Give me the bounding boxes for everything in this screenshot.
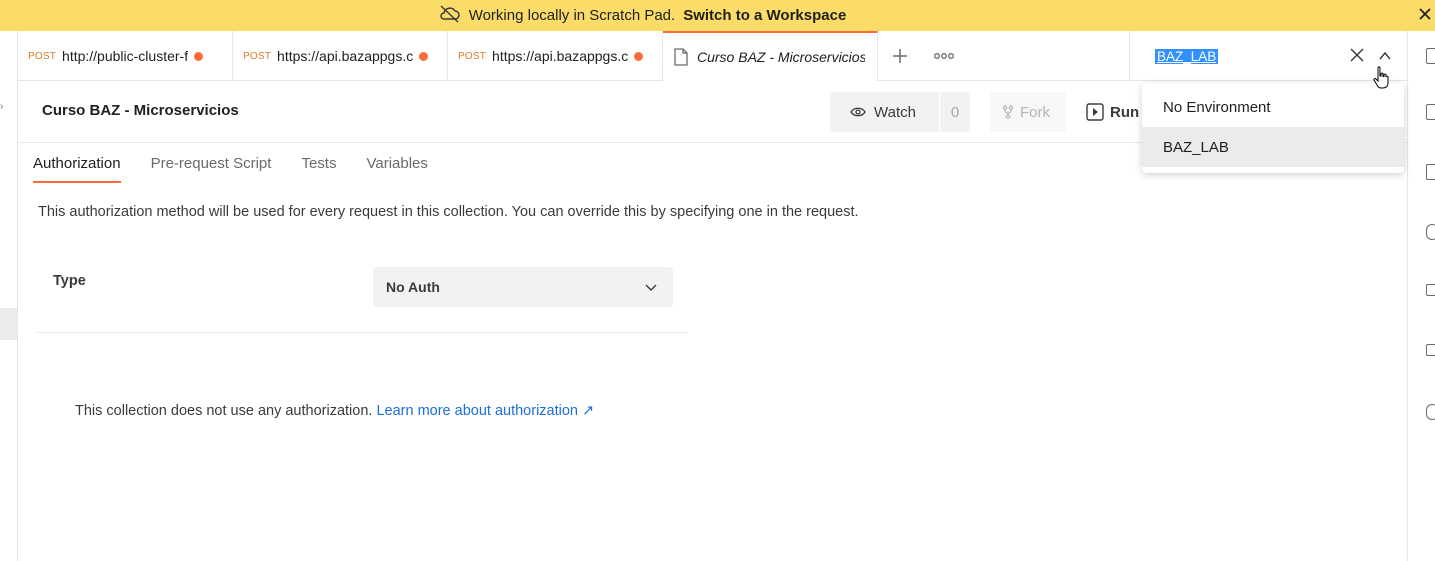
environment-input-value[interactable]: BAZ_LAB <box>1155 48 1219 64</box>
tab-method: POST <box>243 50 272 62</box>
comments-icon[interactable] <box>1426 164 1435 180</box>
unsaved-dot-icon <box>194 51 204 61</box>
collection-title: Curso BAZ - Microservicios <box>42 102 239 119</box>
request-tab[interactable]: POST http://public-cluster-f <box>18 31 233 81</box>
tab-method: POST <box>458 50 487 62</box>
sidebar-marker: › <box>0 101 4 112</box>
watch-button[interactable]: Watch <box>830 92 940 132</box>
ellipsis-icon <box>934 53 954 59</box>
unsaved-dot-icon <box>634 51 644 61</box>
no-auth-message: This collection does not use any authori… <box>75 403 594 419</box>
documentation-icon[interactable] <box>1426 104 1435 120</box>
watch-label: Watch <box>874 103 916 121</box>
history-icon[interactable] <box>1426 224 1435 240</box>
auth-type-value: No Auth <box>386 279 440 295</box>
run-button[interactable]: Run <box>1086 92 1139 132</box>
close-icon[interactable] <box>1419 3 1433 25</box>
fork-label: Fork <box>1020 103 1050 121</box>
fork-icon <box>1002 105 1014 119</box>
watch-count[interactable]: 0 <box>940 104 970 121</box>
tab-method: POST <box>28 50 57 62</box>
more-tabs-button[interactable] <box>922 31 966 81</box>
plus-icon <box>893 49 907 63</box>
sidebar-selected-item[interactable] <box>0 308 17 340</box>
eye-icon <box>850 107 866 117</box>
fork-icon[interactable] <box>1426 344 1435 356</box>
environment-quick-look-icon[interactable] <box>1426 48 1435 64</box>
pull-request-icon[interactable] <box>1426 284 1435 296</box>
tab-url: http://public-cluster-f <box>62 48 189 64</box>
right-sidebar <box>1407 31 1435 561</box>
hand-cursor-icon <box>1373 66 1389 90</box>
left-sidebar-collapsed: › <box>0 31 18 561</box>
play-icon <box>1086 103 1104 121</box>
tab-url: https://api.bazappgs.c <box>492 48 629 64</box>
environment-option-selected[interactable]: BAZ_LAB <box>1142 127 1404 167</box>
watch-button-group: Watch 0 <box>830 92 970 132</box>
banner-content: Working locally in Scratch Pad. Switch t… <box>439 4 846 27</box>
run-label: Run <box>1110 103 1140 121</box>
tab-url: https://api.bazappgs.c <box>277 48 414 64</box>
collection-tab-active[interactable]: Curso BAZ - Microservicios <box>663 31 878 81</box>
environment-option[interactable]: No Environment <box>1142 87 1404 127</box>
tab-pre-request-script[interactable]: Pre-request Script <box>151 143 272 183</box>
new-tab-button[interactable] <box>878 31 922 81</box>
request-tab[interactable]: POST https://api.bazappgs.c <box>448 31 663 81</box>
tab-tests[interactable]: Tests <box>301 143 336 183</box>
tab-authorization[interactable]: Authorization <box>33 143 121 183</box>
environment-selector[interactable]: BAZ_LAB <box>1129 31 1407 81</box>
unsaved-dot-icon <box>419 51 429 61</box>
tab-title: Curso BAZ - Microservicios <box>697 49 865 65</box>
fork-button[interactable]: Fork <box>990 92 1066 132</box>
environment-dropdown: No Environment BAZ_LAB <box>1142 83 1404 173</box>
auth-description: This authorization method will be used f… <box>38 204 859 220</box>
request-tab[interactable]: POST https://api.bazappgs.c <box>233 31 448 81</box>
chevron-up-icon[interactable] <box>1378 49 1392 63</box>
scratch-pad-banner: Working locally in Scratch Pad. Switch t… <box>0 0 1435 31</box>
no-auth-text: This collection does not use any authori… <box>75 403 373 419</box>
banner-text: Working locally in Scratch Pad. <box>468 7 676 24</box>
divider <box>37 332 688 333</box>
switch-workspace-link[interactable]: Switch to a Workspace <box>683 7 846 24</box>
tab-variables[interactable]: Variables <box>366 143 427 183</box>
chevron-down-icon <box>645 280 657 296</box>
collection-icon <box>673 48 689 66</box>
clear-icon[interactable] <box>1349 47 1367 65</box>
type-label: Type <box>53 273 86 289</box>
auth-type-select[interactable]: No Auth <box>373 267 673 307</box>
collection-subtabs: Authorization Pre-request Script Tests V… <box>33 143 428 183</box>
info-icon[interactable] <box>1426 404 1435 420</box>
learn-more-link[interactable]: Learn more about authorization ↗ <box>376 403 594 419</box>
cloud-offline-icon <box>439 4 461 27</box>
